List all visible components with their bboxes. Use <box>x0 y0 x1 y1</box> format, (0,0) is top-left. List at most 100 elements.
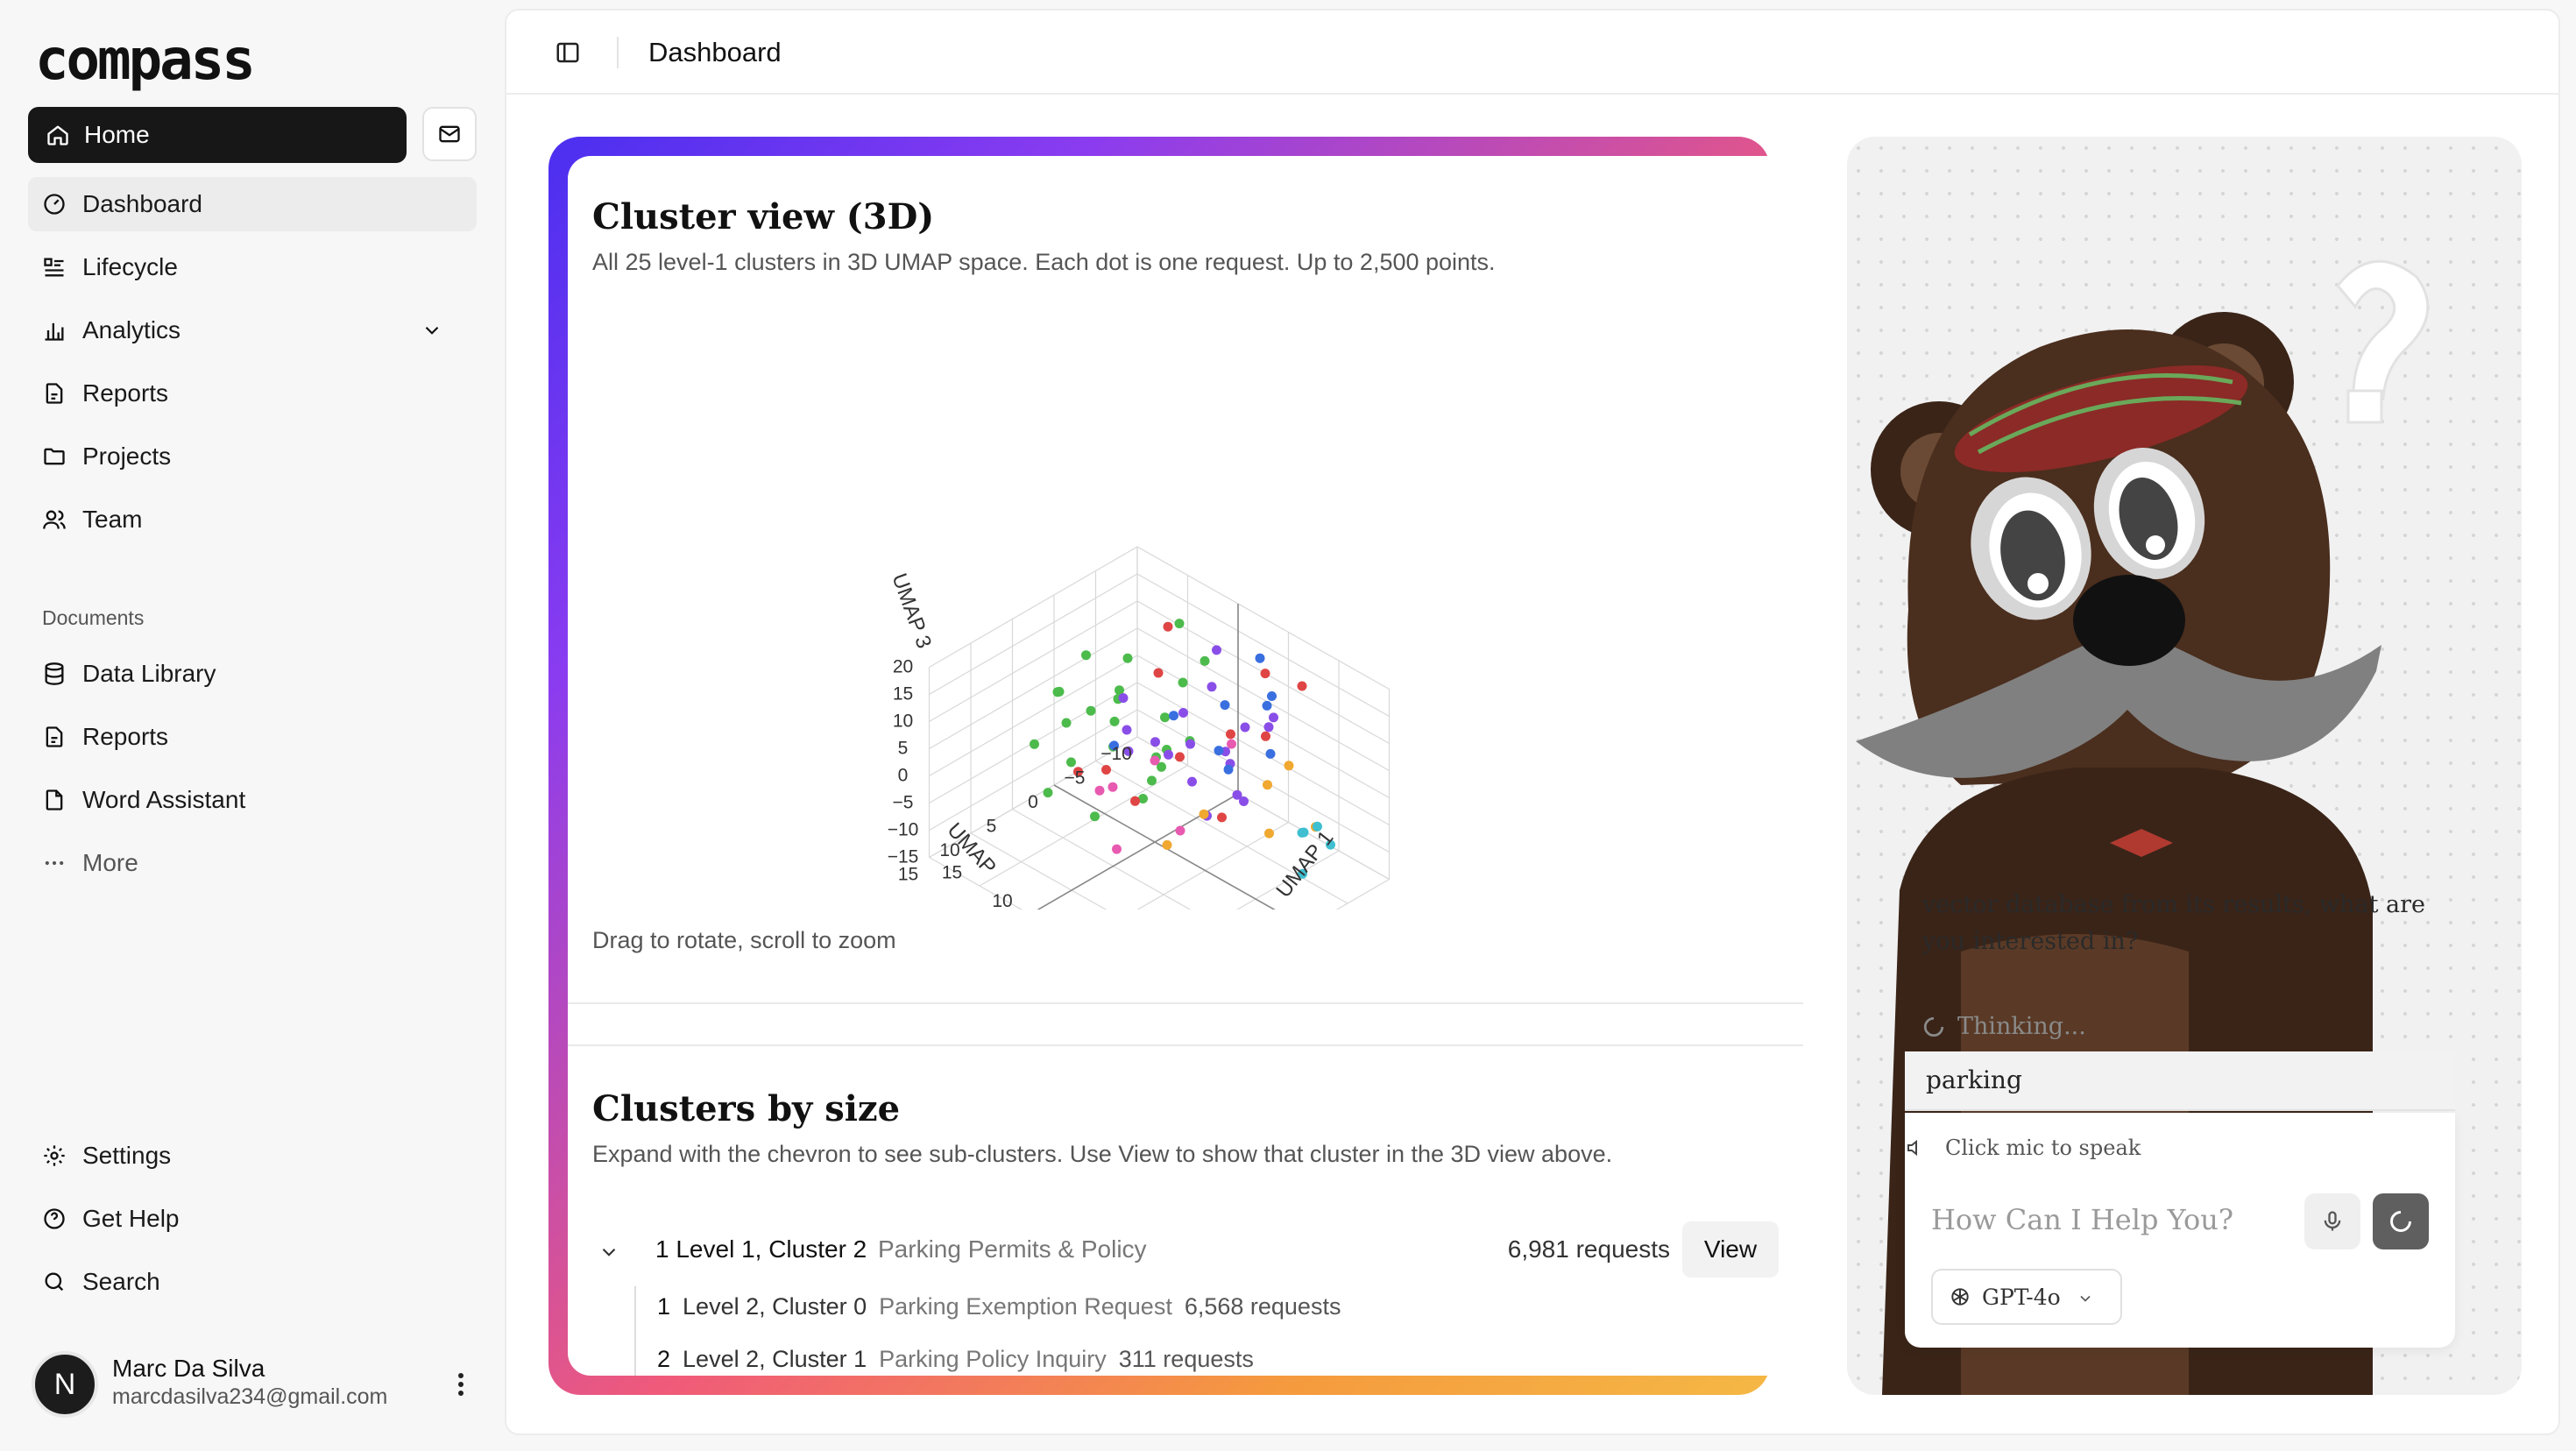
thinking-status: Thinking... <box>1922 1013 2086 1040</box>
sidebar-item-dashboard[interactable]: Dashboard <box>28 177 477 231</box>
grid-line <box>1136 627 1390 772</box>
data-point <box>1214 746 1224 756</box>
cluster-rank: 1 <box>655 1235 669 1263</box>
sub-cluster-count: 311 requests <box>1118 1346 1254 1372</box>
loading-icon <box>2390 1211 2411 1232</box>
sidebar-item-analytics[interactable]: Analytics <box>28 303 477 357</box>
assistant-message: vector database from its results, what a… <box>1922 891 2425 955</box>
data-point <box>1163 621 1173 632</box>
data-point <box>1264 828 1274 839</box>
data-point <box>1109 716 1120 726</box>
data-point <box>1112 844 1122 854</box>
sub-cluster-row[interactable]: 2 Level 2, Cluster 1 Parking Policy Inquir… <box>657 1346 1254 1373</box>
data-point <box>1164 749 1173 760</box>
chevron-down-icon[interactable] <box>598 1241 620 1263</box>
z-tick-label: −5 <box>893 793 914 813</box>
data-point <box>1108 782 1118 792</box>
sidebar-item-search[interactable]: Search <box>28 1255 477 1309</box>
data-point <box>1267 691 1277 701</box>
bar-chart-icon <box>45 322 64 341</box>
sidebar-item-more[interactable]: More <box>28 836 477 890</box>
cluster-row[interactable]: 1 Level 1, Cluster 2 Parking Permits & P… <box>592 1221 1779 1278</box>
sidebar-item-label: Settings <box>82 1142 172 1169</box>
mic-button[interactable] <box>2304 1193 2360 1249</box>
z-tick-label: −10 <box>888 820 919 840</box>
sub-cluster-rank: 1 <box>657 1293 671 1320</box>
model-selector[interactable]: GPT-4o <box>1931 1269 2122 1325</box>
data-point <box>1255 653 1265 663</box>
data-point <box>1175 752 1185 762</box>
sub-cluster-row[interactable]: 1 Level 2, Cluster 0 Parking Exemption Req… <box>657 1293 1341 1320</box>
data-point <box>1147 775 1157 786</box>
cluster-view-title: Cluster view (3D) <box>592 196 935 237</box>
cluster-view-subtitle: All 25 level-1 clusters in 3D UMAP space… <box>592 249 1496 275</box>
assistant-prompt-input[interactable] <box>1931 1192 2299 1248</box>
more-icon <box>45 860 64 866</box>
sidebar-item-settings[interactable]: Settings <box>28 1129 477 1183</box>
sidebar-item-label: Data Library <box>82 660 216 687</box>
sidebar-item-label: Reports <box>82 379 169 407</box>
app-logo[interactable]: compass <box>35 28 256 93</box>
y-tick-label: 5 <box>987 817 997 837</box>
openai-icon <box>1951 1288 1969 1306</box>
sidebar-item-word-assistant[interactable]: Word Assistant <box>28 773 477 827</box>
sidebar-item-lifecycle[interactable]: Lifecycle <box>28 240 477 294</box>
data-point <box>1101 765 1111 775</box>
send-button[interactable] <box>2373 1193 2429 1249</box>
y-tick-label: −5 <box>1065 768 1086 789</box>
sidebar-item-label: Get Help <box>82 1205 180 1232</box>
cluster-card: Cluster view (3D) All 25 level-1 cluster… <box>568 156 1803 1376</box>
inbox-button[interactable] <box>422 107 477 161</box>
assistant-panel: vector database from its results, what a… <box>1847 137 2522 1395</box>
data-point <box>1223 764 1234 775</box>
sidebar-item-data-library[interactable]: Data Library <box>28 647 477 701</box>
sidebar-item-doc-reports[interactable]: Reports <box>28 710 477 764</box>
sidebar-item-get-help[interactable]: Get Help <box>28 1192 477 1246</box>
thinking-label: Thinking... <box>1957 1013 2086 1040</box>
data-point <box>1061 718 1072 728</box>
grid-line <box>1012 808 1192 910</box>
microphone-icon <box>2324 1211 2341 1231</box>
sidebar-item-label: Dashboard <box>82 190 202 217</box>
help-icon <box>44 1208 65 1229</box>
breadcrumb: Dashboard <box>648 37 782 67</box>
grid-line <box>1136 546 1390 690</box>
umap-3d-scatter[interactable]: 20151050−5−10−15−10−5051015151050−5−10 U… <box>848 401 1514 910</box>
user-menu-button[interactable] <box>445 1367 477 1402</box>
data-point <box>1260 669 1270 679</box>
user-query-text: parking <box>1926 1065 2022 1094</box>
sidebar-item-label: Analytics <box>82 316 181 343</box>
documents-section-label: Documents <box>42 606 145 629</box>
sidebar-item-projects[interactable]: Projects <box>28 429 477 484</box>
model-name: GPT-4o <box>1982 1284 2061 1310</box>
chevron-down-icon <box>2080 1295 2091 1302</box>
data-point <box>1297 827 1307 838</box>
y-tick-label: 0 <box>1028 792 1038 812</box>
user-query-bubble: parking <box>1905 1051 2455 1111</box>
data-point <box>1153 668 1164 678</box>
view-button[interactable]: View <box>1682 1221 1779 1278</box>
panel-left-icon <box>556 42 579 63</box>
sub-cluster-description: Parking Policy Inquiry <box>879 1346 1107 1372</box>
data-point <box>1263 780 1272 790</box>
data-point <box>1066 757 1076 768</box>
speaker-icon[interactable] <box>1905 1137 1926 1158</box>
user-name: Marc Da Silva <box>112 1355 265 1382</box>
clusters-by-size-subtitle: Expand with the chevron to see sub-clust… <box>592 1141 1613 1167</box>
data-point <box>1130 796 1140 806</box>
home-button[interactable]: Home <box>28 107 407 163</box>
data-point <box>1174 619 1185 629</box>
data-point <box>1150 755 1160 766</box>
sidebar-item-reports[interactable]: Reports <box>28 366 477 421</box>
sidebar-item-label: Word Assistant <box>82 786 246 813</box>
axis-line <box>1053 784 1276 910</box>
user-profile[interactable]: N Marc Da Silva marcdasilva234@gmail.com <box>32 1348 477 1418</box>
data-point <box>1263 722 1274 733</box>
gear-icon <box>44 1145 65 1166</box>
cluster-description: Parking Permits & Policy <box>878 1235 1147 1263</box>
grid-line <box>929 627 1138 750</box>
sub-cluster-name: Level 2, Cluster 0 <box>683 1293 867 1320</box>
chevron-down-icon[interactable] <box>421 319 443 342</box>
sidebar-item-team[interactable]: Team <box>28 492 477 547</box>
sidebar-toggle-button[interactable] <box>550 37 585 68</box>
